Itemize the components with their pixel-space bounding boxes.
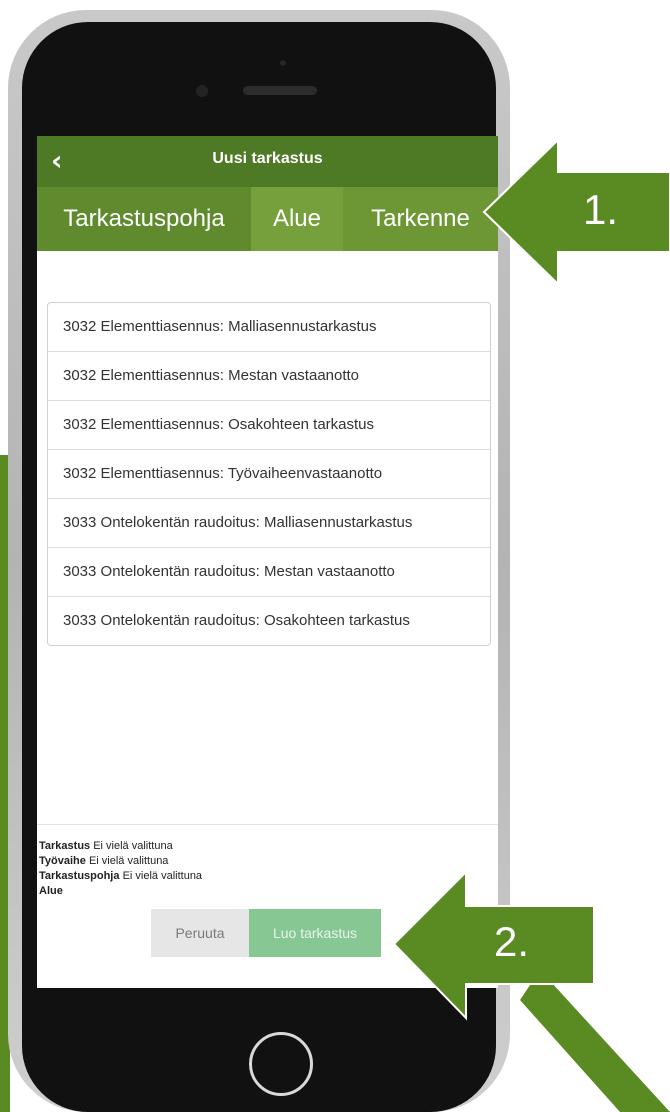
annotation-label-2: 2. xyxy=(494,918,530,965)
annotation-arrows xyxy=(392,137,670,1021)
arrow-1-shape xyxy=(482,137,670,287)
annotation-label-1: 1. xyxy=(583,186,619,233)
